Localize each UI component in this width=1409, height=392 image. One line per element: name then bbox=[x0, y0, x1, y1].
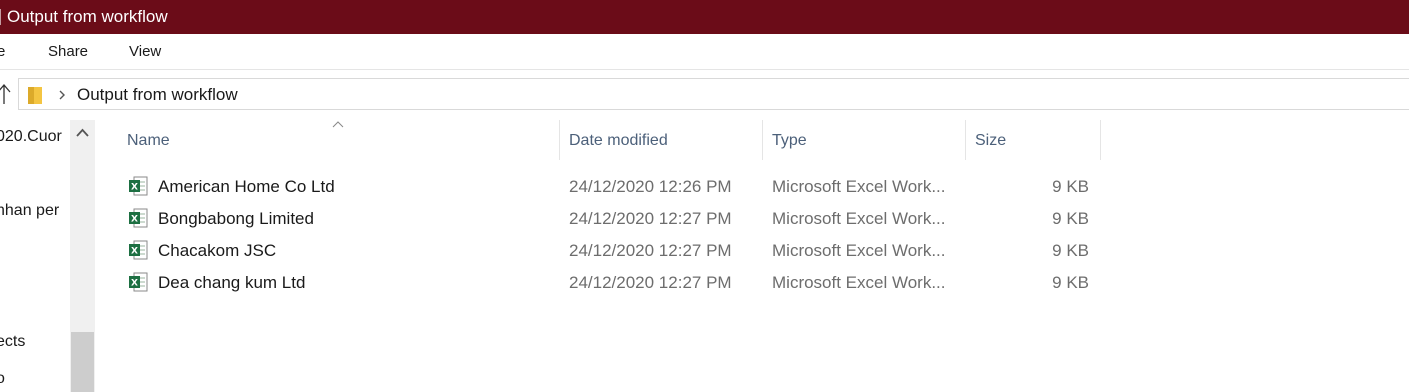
column-divider[interactable] bbox=[762, 120, 763, 160]
column-divider[interactable] bbox=[965, 120, 966, 160]
file-row[interactable]: X Chacakom JSC 24/12/2020 12:27 PM Micro… bbox=[95, 235, 1105, 267]
sort-ascending-icon bbox=[332, 121, 344, 128]
address-row: Output from workflow bbox=[0, 70, 1409, 120]
nav-item-folder-2[interactable]: nhan per bbox=[0, 202, 59, 220]
excel-file-icon: X bbox=[129, 208, 148, 228]
address-path-segment[interactable]: Output from workflow bbox=[77, 85, 238, 105]
file-size: 9 KB bbox=[1052, 241, 1089, 260]
tab-view[interactable]: View bbox=[129, 43, 161, 60]
file-date-modified: 24/12/2020 12:27 PM bbox=[569, 273, 732, 292]
address-bar[interactable]: Output from workflow bbox=[18, 78, 1409, 110]
chevron-right-icon[interactable] bbox=[58, 89, 66, 101]
file-date-modified: 24/12/2020 12:27 PM bbox=[569, 209, 732, 228]
scroll-up-icon[interactable] bbox=[76, 128, 89, 137]
file-size: 9 KB bbox=[1052, 177, 1089, 196]
file-date-modified: 24/12/2020 12:27 PM bbox=[569, 241, 732, 260]
nav-item-folder-1[interactable]: 020.Cuor bbox=[0, 128, 62, 146]
column-header-type[interactable]: Type bbox=[772, 132, 807, 150]
folder-icon bbox=[28, 87, 42, 104]
file-type: Microsoft Excel Work... bbox=[772, 273, 946, 292]
file-row[interactable]: X Bongbabong Limited 24/12/2020 12:27 PM… bbox=[95, 203, 1105, 235]
excel-file-icon: X bbox=[129, 272, 148, 292]
file-size: 9 KB bbox=[1052, 273, 1089, 292]
file-row[interactable]: X American Home Co Ltd 24/12/2020 12:26 … bbox=[95, 171, 1105, 203]
file-row[interactable]: X Dea chang kum Ltd 24/12/2020 12:27 PM … bbox=[95, 267, 1105, 299]
column-header-row: Name Date modified Type Size bbox=[95, 120, 1105, 160]
up-arrow-icon[interactable] bbox=[0, 82, 11, 106]
file-name: Chacakom JSC bbox=[158, 241, 277, 260]
excel-file-icon: X bbox=[129, 240, 148, 260]
scroll-thumb[interactable] bbox=[71, 332, 94, 392]
tab-home[interactable]: e bbox=[0, 43, 5, 60]
nav-item-objects[interactable]: ects bbox=[0, 333, 25, 351]
svg-text:X: X bbox=[131, 247, 138, 257]
excel-file-icon: X bbox=[129, 176, 148, 196]
nav-item-other[interactable]: o bbox=[0, 370, 5, 388]
file-list: Name Date modified Type Size X American … bbox=[95, 120, 1409, 392]
svg-text:X: X bbox=[131, 215, 138, 225]
tab-share[interactable]: Share bbox=[48, 43, 88, 60]
file-type: Microsoft Excel Work... bbox=[772, 177, 946, 196]
nav-scrollbar[interactable] bbox=[70, 120, 95, 392]
file-name: Bongbabong Limited bbox=[158, 209, 314, 228]
file-name: Dea chang kum Ltd bbox=[158, 273, 306, 292]
file-size: 9 KB bbox=[1052, 209, 1089, 228]
file-type: Microsoft Excel Work... bbox=[772, 209, 946, 228]
title-bar: Output from workflow bbox=[0, 0, 1409, 34]
svg-text:X: X bbox=[131, 279, 138, 289]
column-divider[interactable] bbox=[1100, 120, 1101, 160]
file-name: American Home Co Ltd bbox=[158, 177, 335, 196]
column-header-name[interactable]: Name bbox=[127, 132, 170, 150]
file-type: Microsoft Excel Work... bbox=[772, 241, 946, 260]
title-separator bbox=[0, 9, 1, 25]
column-header-date[interactable]: Date modified bbox=[569, 132, 668, 150]
ribbon-tabs: e Share View bbox=[0, 34, 1409, 70]
column-divider[interactable] bbox=[559, 120, 560, 160]
navigation-pane: 020.Cuor nhan per ects o bbox=[0, 120, 70, 392]
window-title: Output from workflow bbox=[7, 7, 168, 26]
column-header-size[interactable]: Size bbox=[975, 132, 1006, 150]
svg-text:X: X bbox=[131, 183, 138, 193]
file-date-modified: 24/12/2020 12:26 PM bbox=[569, 177, 732, 196]
